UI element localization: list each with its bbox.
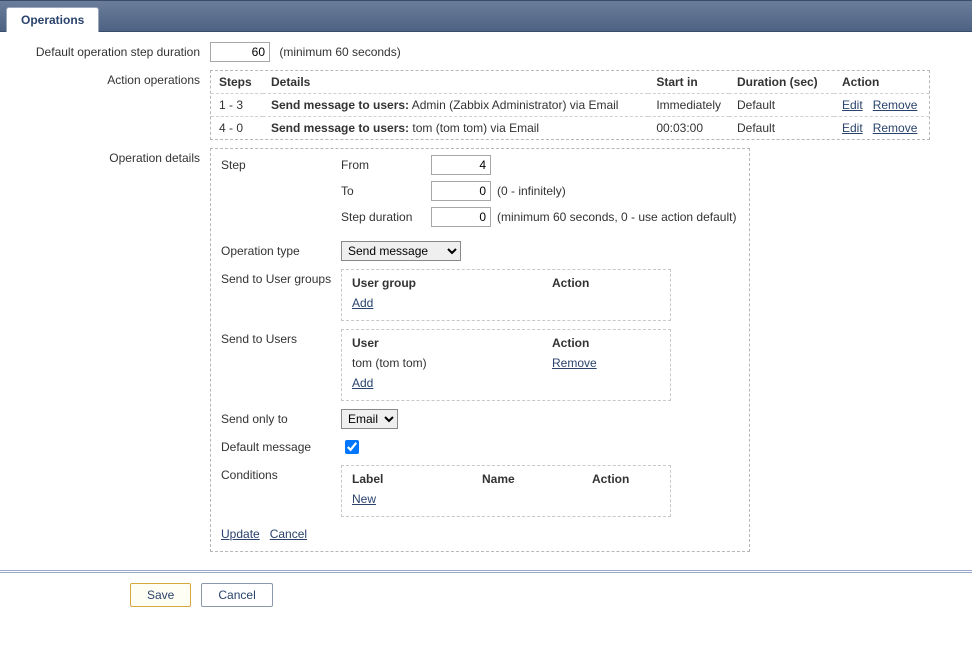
users-box: User Action tom (tom tom) Remove Add: [341, 329, 671, 401]
cell-details: Send message to users: Admin (Zabbix Adm…: [263, 94, 648, 117]
step-label: Step: [221, 155, 341, 172]
users-h2: Action: [552, 336, 660, 350]
th-duration: Duration (sec): [729, 71, 834, 94]
duration-input[interactable]: [210, 42, 270, 62]
duration-label: Default operation step duration: [10, 42, 210, 59]
users-add-link[interactable]: Add: [352, 376, 373, 390]
cancel-button[interactable]: Cancel: [201, 583, 272, 607]
from-label: From: [341, 158, 431, 172]
defmsg-checkbox[interactable]: [345, 440, 359, 454]
th-action: Action: [834, 71, 929, 94]
edit-link[interactable]: Edit: [842, 121, 863, 135]
cell-steps: 1 - 3: [211, 94, 263, 117]
th-start: Start in: [648, 71, 729, 94]
tab-bar: Operations: [0, 0, 972, 32]
remove-link[interactable]: Remove: [873, 121, 918, 135]
details-label: Operation details: [10, 148, 210, 165]
groups-h1: User group: [352, 276, 552, 290]
th-steps: Steps: [211, 71, 263, 94]
table-row: 4 - 0 Send message to users: tom (tom to…: [211, 117, 929, 140]
groups-add-link[interactable]: Add: [352, 296, 373, 310]
defmsg-label: Default message: [221, 437, 341, 454]
cancel-link[interactable]: Cancel: [270, 527, 307, 541]
optype-select[interactable]: Send message: [341, 241, 461, 261]
groups-h2: Action: [552, 276, 660, 290]
stepdur-input[interactable]: [431, 207, 491, 227]
cond-h2: Name: [482, 472, 592, 486]
groups-label: Send to User groups: [221, 269, 341, 286]
update-link[interactable]: Update: [221, 527, 260, 541]
user-groups-box: User group Action Add: [341, 269, 671, 321]
th-details: Details: [263, 71, 648, 94]
to-hint: (0 - infinitely): [497, 184, 566, 198]
cond-new-link[interactable]: New: [352, 492, 376, 506]
cond-h1: Label: [352, 472, 482, 486]
edit-link[interactable]: Edit: [842, 98, 863, 112]
cond-label: Conditions: [221, 465, 341, 482]
from-input[interactable]: [431, 155, 491, 175]
sendonly-label: Send only to: [221, 409, 341, 426]
sendonly-select[interactable]: Email: [341, 409, 398, 429]
duration-hint: (minimum 60 seconds): [279, 45, 400, 59]
actions-label: Action operations: [10, 70, 210, 87]
conditions-box: Label Name Action New: [341, 465, 671, 517]
table-row: 1 - 3 Send message to users: Admin (Zabb…: [211, 94, 929, 117]
cell-start: Immediately: [648, 94, 729, 117]
stepdur-label: Step duration: [341, 210, 431, 224]
cell-duration: Default: [729, 94, 834, 117]
operations-table: Steps Details Start in Duration (sec) Ac…: [210, 70, 930, 140]
cell-start: 00:03:00: [648, 117, 729, 140]
save-button[interactable]: Save: [130, 583, 191, 607]
cell-duration: Default: [729, 117, 834, 140]
users-h1: User: [352, 336, 552, 350]
cond-h3: Action: [592, 472, 660, 486]
users-row-user: tom (tom tom): [352, 356, 552, 370]
tab-operations[interactable]: Operations: [6, 7, 99, 32]
to-input[interactable]: [431, 181, 491, 201]
optype-label: Operation type: [221, 241, 341, 258]
cell-steps: 4 - 0: [211, 117, 263, 140]
remove-link[interactable]: Remove: [873, 98, 918, 112]
users-label: Send to Users: [221, 329, 341, 346]
operation-details-box: Step From To (0 - infinitely) Step dur: [210, 148, 750, 552]
stepdur-hint: (minimum 60 seconds, 0 - use action defa…: [497, 210, 736, 224]
users-row-remove-link[interactable]: Remove: [552, 356, 597, 370]
to-label: To: [341, 184, 431, 198]
cell-details: Send message to users: tom (tom tom) via…: [263, 117, 648, 140]
